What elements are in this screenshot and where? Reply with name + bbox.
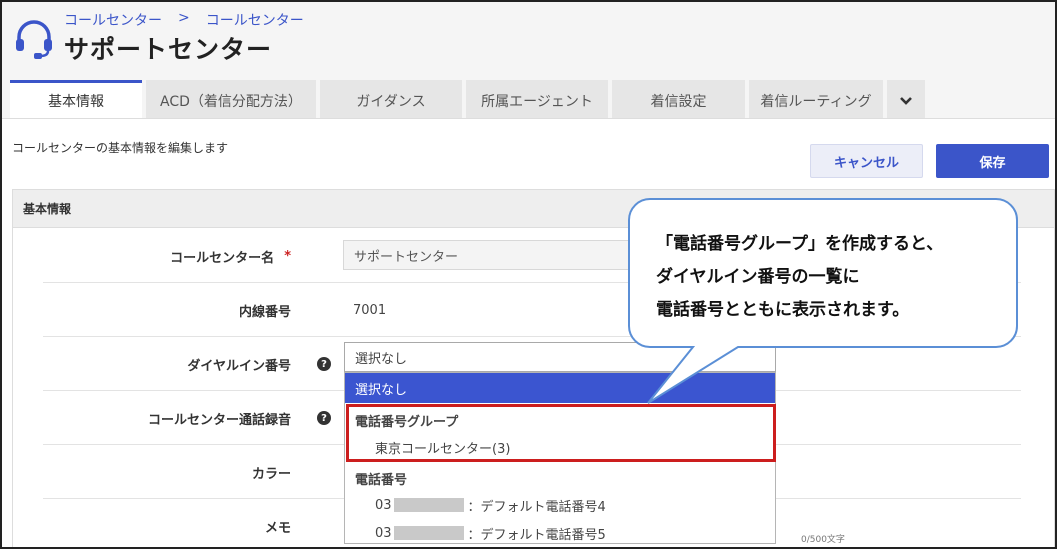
- breadcrumb-parent-link[interactable]: コールセンター: [64, 10, 162, 30]
- dropdown-option-tokyo-group[interactable]: 東京コールセンター(3): [345, 433, 775, 461]
- page-header: コールセンター > コールセンター サポートセンター: [2, 2, 1055, 82]
- breadcrumb-separator: >: [178, 10, 190, 26]
- dropdown-option-number-4[interactable]: 03 ：デフォルト電話番号4: [345, 491, 775, 519]
- cancel-button[interactable]: キャンセル: [810, 144, 923, 178]
- help-icon[interactable]: ?: [317, 357, 331, 371]
- dropdown-group-title: 電話番号グループ: [355, 414, 459, 430]
- callout-line-2: ダイヤルイン番号の一覧に: [656, 267, 860, 287]
- tab-incoming-routing[interactable]: 着信ルーティング: [749, 80, 883, 119]
- number-suffix: ：デフォルト電話番号4: [467, 499, 606, 515]
- callout-line-1: 「電話番号グループ」を作成すると、: [656, 234, 944, 254]
- color-label: カラー: [251, 466, 291, 482]
- help-icon[interactable]: ?: [317, 411, 331, 425]
- number-prefix: 03: [375, 525, 392, 541]
- tab-agents[interactable]: 所属エージェント: [466, 80, 608, 119]
- breadcrumb-current-link[interactable]: コールセンター: [206, 10, 304, 30]
- extension-label: 内線番号: [238, 304, 291, 320]
- memo-label: メモ: [264, 520, 291, 536]
- dropdown-group-title: 電話番号: [355, 472, 408, 488]
- chevron-down-icon: [900, 97, 912, 105]
- page-description: コールセンターの基本情報を編集します: [12, 141, 229, 155]
- extension-value: 7001: [353, 302, 387, 318]
- tab-bar: 基本情報 ACD（着信分配方法） ガイダンス 所属エージェント 着信設定 着信ル…: [10, 80, 925, 119]
- redacted-mask: [393, 498, 464, 512]
- callout-text: 「電話番号グループ」を作成すると、 ダイヤルイン番号の一覧に 電話番号とともに表…: [656, 228, 943, 327]
- center-name-label: コールセンター名 *: [170, 229, 291, 283]
- redacted-mask: [393, 526, 464, 540]
- tab-guidance[interactable]: ガイダンス: [320, 80, 462, 119]
- dial-in-label: ダイヤルイン番号: [187, 358, 291, 374]
- tab-basic-info[interactable]: 基本情報: [10, 80, 142, 119]
- save-button[interactable]: 保存: [936, 144, 1049, 178]
- tab-acd[interactable]: ACD（着信分配方法）: [146, 80, 316, 119]
- page-title: サポートセンター: [64, 35, 273, 64]
- memo-char-counter: 0/500文字: [801, 535, 845, 545]
- page: コールセンター > コールセンター サポートセンター 基本情報 ACD（着信分配…: [2, 2, 1055, 547]
- recording-label: コールセンター通話録音: [147, 412, 291, 428]
- center-name-label-text: コールセンター名: [170, 250, 275, 266]
- tab-incoming-settings[interactable]: 着信設定: [612, 80, 745, 119]
- number-suffix: ：デフォルト電話番号5: [467, 527, 606, 543]
- required-mark: *: [284, 248, 291, 264]
- callout-line-3: 電話番号とともに表示されます。: [656, 300, 910, 320]
- headset-icon: [16, 20, 52, 59]
- dropdown-option-number-5[interactable]: 03 ：デフォルト電話番号5: [345, 519, 775, 547]
- callout-bubble: 「電話番号グループ」を作成すると、 ダイヤルイン番号の一覧に 電話番号とともに表…: [628, 198, 1018, 404]
- number-prefix: 03: [375, 497, 392, 513]
- breadcrumb: コールセンター > コールセンター: [64, 10, 304, 30]
- tab-more-button[interactable]: [887, 80, 925, 119]
